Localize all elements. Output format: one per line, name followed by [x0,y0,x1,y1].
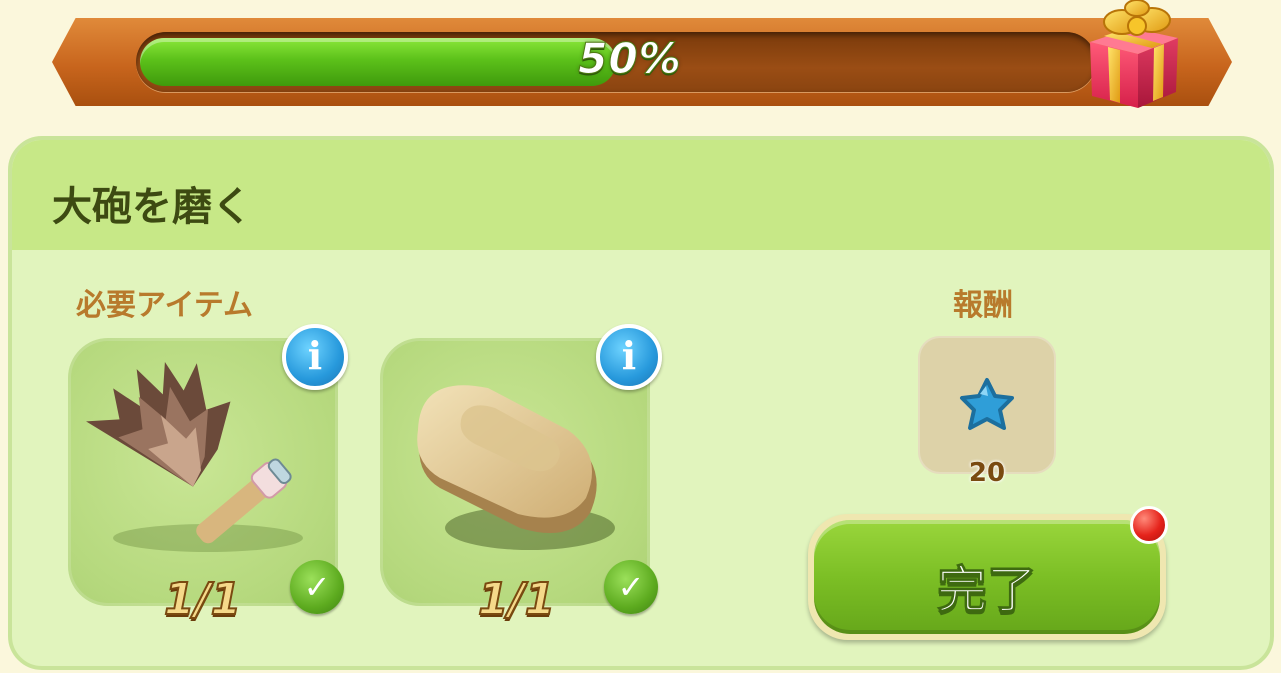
item-info-button[interactable]: i [282,324,348,390]
reward-label: 報酬 [953,288,1013,323]
reward-amount: 20 [968,458,1006,488]
item-count: 1/1 [163,573,242,626]
checkmark-icon: ✓ [290,560,344,614]
item-count: 1/1 [477,573,556,626]
complete-button[interactable]: 完了 [808,514,1166,640]
complete-button-face[interactable]: 完了 [814,520,1160,634]
item-info-button[interactable]: i [596,324,662,390]
quest-header: 大砲を磨く [12,140,1270,250]
reward-card [918,336,1056,474]
gift-box-icon[interactable] [1082,0,1184,112]
complete-button-label: 完了 [937,561,1038,620]
checkmark-icon: ✓ [604,560,658,614]
notification-dot-icon [1130,506,1168,544]
progress-percent: 50% [578,34,682,84]
blue-star-icon [960,378,1014,430]
quest-title: 大砲を磨く [52,184,252,230]
required-items-label: 必要アイテム [76,288,253,323]
